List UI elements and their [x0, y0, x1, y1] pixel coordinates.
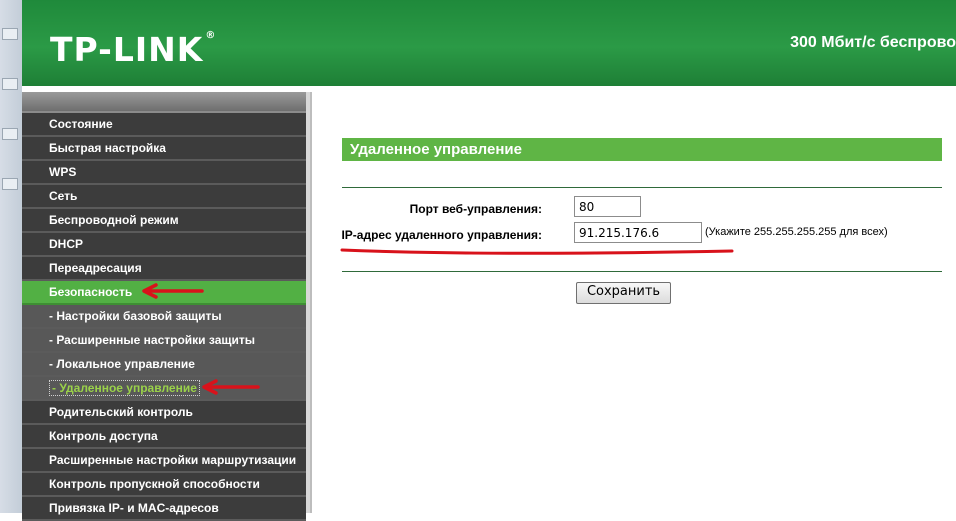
divider-top	[342, 187, 942, 188]
sidebar-menu: Состояние Быстрая настройка WPS Сеть Бес…	[22, 92, 312, 521]
sidebar-item-bandwidth-control[interactable]: Контроль пропускной способности	[22, 473, 306, 497]
sidebar-item-wireless[interactable]: Беспроводной режим	[22, 209, 306, 233]
sidebar-item-quick-setup[interactable]: Быстрая настройка	[22, 137, 306, 161]
sidebar-item-network[interactable]: Сеть	[22, 185, 306, 209]
sidebar-item-dhcp[interactable]: DHCP	[22, 233, 306, 257]
web-port-input[interactable]	[574, 196, 641, 217]
sidebar-item-forwarding[interactable]: Переадресация	[22, 257, 306, 281]
sidebar-item-ip-mac-binding[interactable]: Привязка IP- и MAC-адресов	[22, 497, 306, 521]
sidebar-item-wps[interactable]: WPS	[22, 161, 306, 185]
sidebar-item-parental-control[interactable]: Родительский контроль	[22, 401, 306, 425]
save-button[interactable]: Сохранить	[576, 282, 671, 304]
section-title: Удаленное управление	[342, 138, 942, 161]
main-content: Удаленное управление Порт веб-управления…	[312, 92, 956, 513]
tp-link-logo: TP-LINK ®	[50, 30, 217, 69]
sidebar-scrollbar[interactable]	[306, 92, 310, 513]
annotation-arrow-icon	[142, 283, 204, 299]
sidebar-item-status[interactable]: Состояние	[22, 113, 306, 137]
sidebar-subitem-advanced-security[interactable]: - Расширенные настройки защиты	[22, 329, 306, 353]
window-thumbnail	[2, 78, 18, 90]
divider-bottom	[342, 271, 942, 272]
remote-ip-input[interactable]	[574, 222, 702, 243]
sidebar-subitem-basic-security[interactable]: - Настройки базовой защиты	[22, 305, 306, 329]
sidebar-subitem-local-management[interactable]: - Локальное управление	[22, 353, 306, 377]
window-thumbnail	[2, 178, 18, 190]
sidebar-subitem-label: - Удаленное управление	[49, 380, 200, 396]
product-tagline: 300 Мбит/с беспрово	[790, 34, 956, 51]
sidebar-item-advanced-routing[interactable]: Расширенные настройки маршрутизации	[22, 449, 306, 473]
sidebar-item-access-control[interactable]: Контроль доступа	[22, 425, 306, 449]
header-banner: TP-LINK ® 300 Мбит/с беспрово	[22, 0, 956, 86]
window-thumbnail	[2, 28, 18, 40]
os-window-edge	[0, 0, 23, 513]
port-label: Порт веб-управления:	[409, 202, 542, 216]
window-thumbnail	[2, 128, 18, 140]
sidebar-top-bar	[22, 92, 306, 113]
annotation-arrow-icon	[202, 379, 260, 395]
annotation-underline-icon	[340, 248, 734, 255]
ip-hint: (Укажите 255.255.255.255 для всех)	[705, 226, 888, 238]
sidebar-subitem-remote-management[interactable]: - Удаленное управление	[22, 377, 306, 401]
ip-label: IP-адрес удаленного управления:	[341, 228, 542, 242]
